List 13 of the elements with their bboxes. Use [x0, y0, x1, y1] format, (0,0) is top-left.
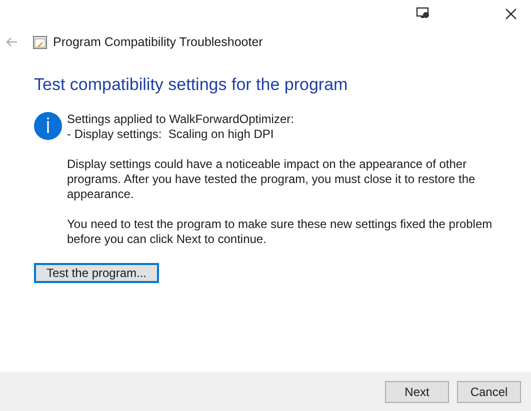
- test-program-button[interactable]: Test the program...: [34, 263, 159, 283]
- close-icon[interactable]: [505, 8, 517, 20]
- dialog-button[interactable]: Cancel: [457, 380, 521, 402]
- dialog-button[interactable]: Next: [385, 380, 449, 402]
- page-heading: Test compatibility settings for the program: [34, 74, 349, 96]
- window-title: Program Compatibility Troubleshooter: [53, 34, 263, 51]
- info-icon: [34, 112, 62, 140]
- body-paragraph: You need to test the program to make sure these new settings fixed the problem before you can click Next to continue.: [67, 217, 494, 247]
- body-paragraph: Display settings could have a noticeable impact on the appearance of other programs. After you have tested the program, you must close it to restore the appearance.: [67, 157, 476, 202]
- info-text: Settings applied to WalkForwardOptimizer:: [67, 112, 295, 127]
- display-icon[interactable]: [416, 6, 430, 20]
- troubleshooter-icon: [33, 36, 47, 48]
- info-text: - Display settings: Scaling on high DPI: [67, 127, 275, 142]
